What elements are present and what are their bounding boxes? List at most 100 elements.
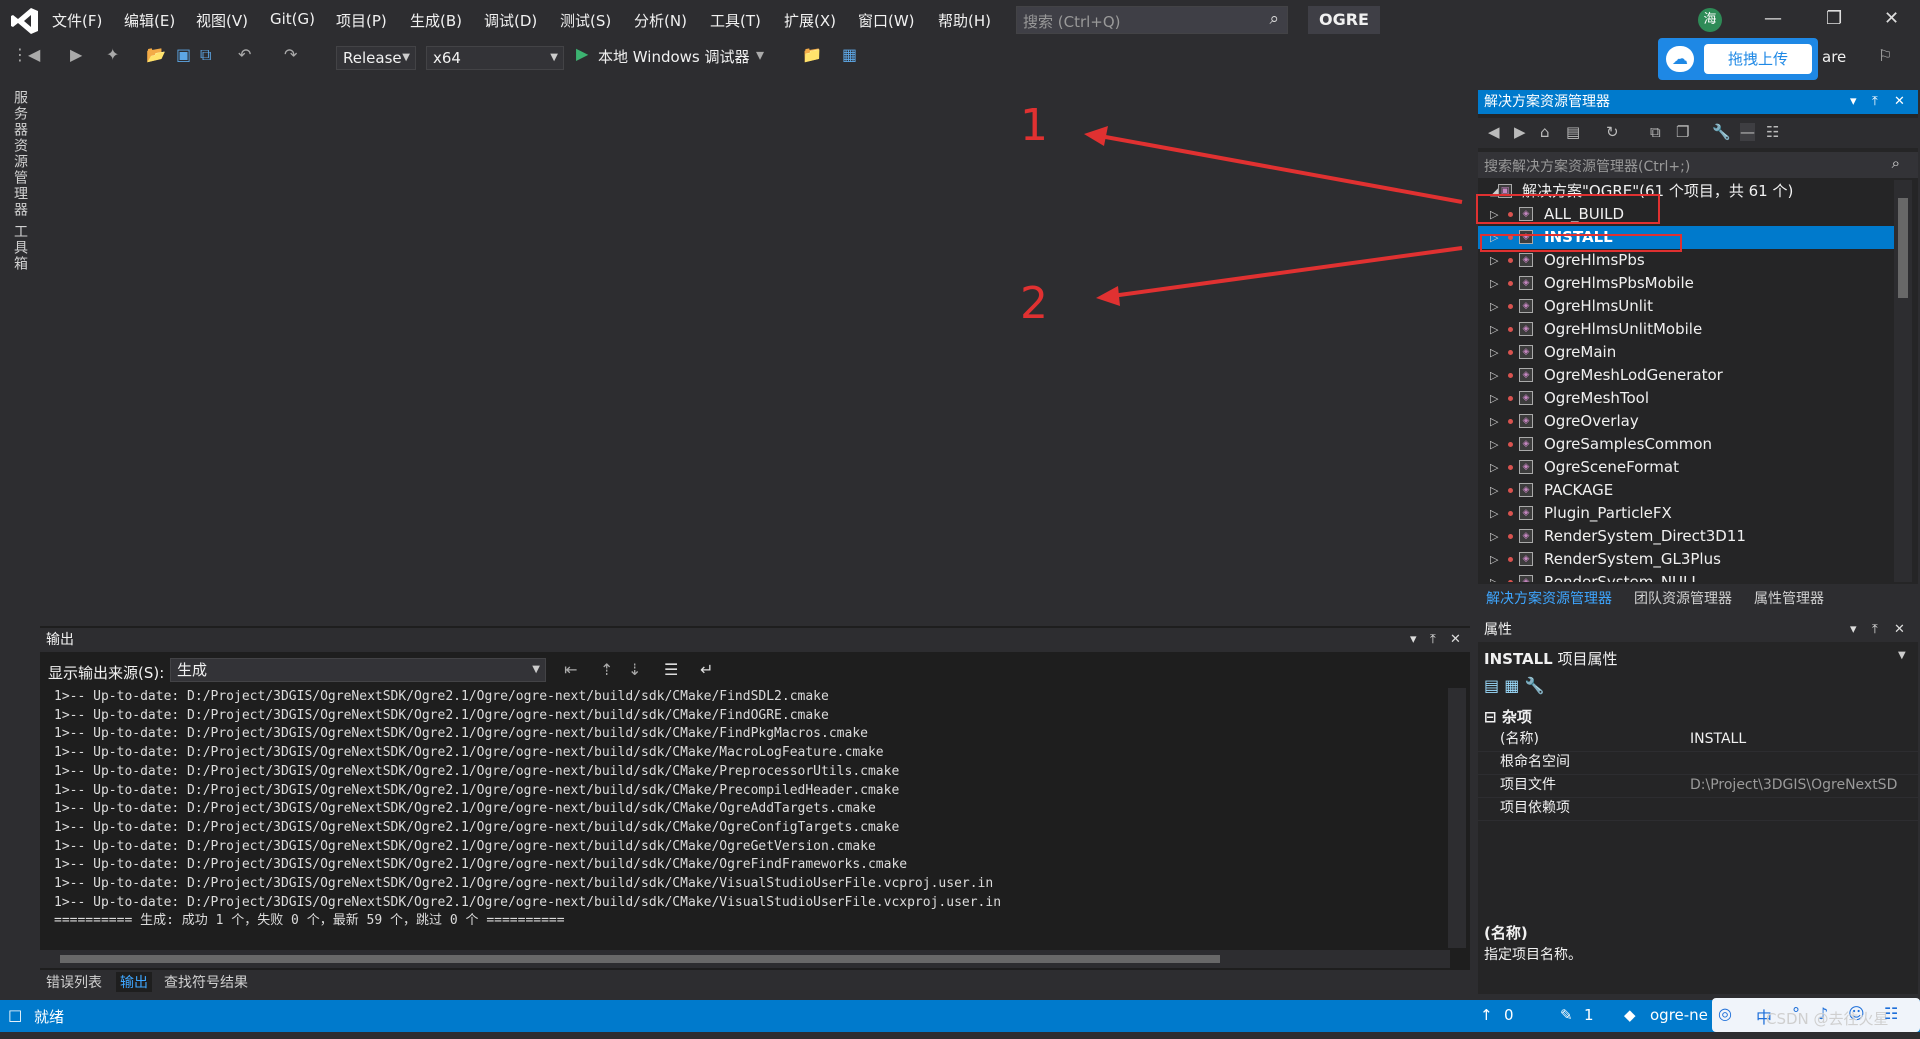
tab-solution-explorer[interactable]: 解决方案资源管理器 bbox=[1486, 588, 1612, 608]
output-source-select[interactable]: 生成 ▼ bbox=[170, 658, 546, 682]
minimize-icon[interactable]: — bbox=[1764, 8, 1782, 29]
tree-item-project[interactable]: ▷ ◈ OgreHlmsUnlit bbox=[1478, 295, 1894, 318]
property-row[interactable]: (名称) INSTALL bbox=[1478, 728, 1918, 752]
collapsed-triangle-icon[interactable]: ▷ bbox=[1490, 272, 1498, 295]
visual-studio-logo-icon[interactable] bbox=[10, 6, 40, 36]
menu-item-9[interactable]: 工具(T) bbox=[710, 10, 761, 31]
menu-item-10[interactable]: 扩展(X) bbox=[784, 10, 836, 31]
open-file-icon[interactable]: 📂 bbox=[146, 45, 166, 64]
chevron-down-icon[interactable]: ▼ bbox=[1898, 650, 1906, 661]
properties-object-selector[interactable]: INSTALL 项目属性 bbox=[1484, 648, 1618, 669]
new-project-icon[interactable]: ✦ bbox=[106, 45, 119, 64]
collapsed-triangle-icon[interactable]: ▷ bbox=[1490, 318, 1498, 341]
collapsed-triangle-icon[interactable]: ▷ bbox=[1490, 479, 1498, 502]
menu-item-1[interactable]: 编辑(E) bbox=[124, 10, 175, 31]
solution-tree-scroll-thumb[interactable] bbox=[1898, 198, 1908, 298]
pin-icon[interactable]: ⤒ bbox=[1872, 618, 1878, 642]
tree-item-project[interactable]: ▷ ◈ RenderSystem_GL3Plus bbox=[1478, 548, 1894, 571]
output-horizontal-scroll-thumb[interactable] bbox=[60, 955, 1220, 963]
global-search-input[interactable]: 搜索 (Ctrl+Q) ⌕ bbox=[1016, 6, 1288, 34]
output-vertical-scrollbar[interactable] bbox=[1448, 688, 1466, 948]
collapsed-triangle-icon[interactable]: ▷ bbox=[1490, 433, 1498, 456]
chevron-down-icon[interactable]: ▾ bbox=[1850, 90, 1857, 114]
collapse-all-icon[interactable]: ⧉ bbox=[1650, 123, 1661, 141]
show-all-files-icon[interactable]: ❐ bbox=[1676, 123, 1689, 141]
pending-changes-count[interactable]: 1 bbox=[1584, 1006, 1594, 1024]
feedback-icon[interactable]: ⚐ bbox=[1878, 46, 1892, 65]
menu-item-0[interactable]: 文件(F) bbox=[52, 10, 102, 31]
property-value[interactable]: INSTALL bbox=[1690, 728, 1918, 751]
word-wrap-icon[interactable]: ↵ bbox=[700, 660, 713, 679]
menu-item-6[interactable]: 调试(D) bbox=[484, 10, 537, 31]
tree-item-project[interactable]: ▷ ◈ OgreMeshLodGenerator bbox=[1478, 364, 1894, 387]
collapsed-triangle-icon[interactable]: ▷ bbox=[1490, 571, 1498, 582]
save-all-icon[interactable]: ⧉ bbox=[200, 45, 211, 65]
tab-find-symbol-results[interactable]: 查找符号结果 bbox=[160, 972, 252, 992]
close-icon[interactable]: ✕ bbox=[1450, 628, 1461, 652]
configuration-select[interactable]: Release ▼ bbox=[336, 46, 416, 70]
collapsed-triangle-icon[interactable]: ▷ bbox=[1490, 502, 1498, 525]
drag-upload-button[interactable]: ☁ 拖拽上传 bbox=[1658, 38, 1818, 80]
repository-name[interactable]: ogre-ne bbox=[1650, 1006, 1708, 1024]
properties-wrench-icon[interactable]: 🔧 bbox=[1712, 123, 1731, 141]
collapsed-triangle-icon[interactable]: ▷ bbox=[1490, 456, 1498, 479]
tree-item-project[interactable]: ▷ ◈ OgreOverlay bbox=[1478, 410, 1894, 433]
redo-icon[interactable]: ↷ bbox=[284, 45, 297, 64]
alphabetical-icon[interactable]: ▦ bbox=[1504, 676, 1519, 695]
save-icon[interactable]: ▣ bbox=[176, 45, 191, 64]
tree-item-project[interactable]: ▷ ◈ OgreHlmsUnlitMobile bbox=[1478, 318, 1894, 341]
categorized-icon[interactable]: ▤ bbox=[1484, 676, 1499, 695]
user-avatar[interactable]: 海 bbox=[1698, 8, 1722, 32]
menu-item-4[interactable]: 项目(P) bbox=[336, 10, 387, 31]
menu-item-12[interactable]: 帮助(H) bbox=[938, 10, 991, 31]
undo-icon[interactable]: ↶ bbox=[238, 45, 251, 64]
chevron-down-icon[interactable]: ▾ bbox=[1850, 618, 1857, 642]
tree-item-project[interactable]: ▷ ◈ OgreHlmsPbs bbox=[1478, 249, 1894, 272]
tree-item-project[interactable]: ▷ ◈ RenderSystem_Direct3D11 bbox=[1478, 525, 1894, 548]
collapsed-triangle-icon[interactable]: ▷ bbox=[1490, 295, 1498, 318]
git-repo-icon[interactable]: ◆ bbox=[1624, 1006, 1636, 1024]
close-icon[interactable]: ✕ bbox=[1894, 90, 1905, 114]
collapsed-triangle-icon[interactable]: ▷ bbox=[1490, 548, 1498, 571]
preview-selected-icon[interactable]: — bbox=[1740, 123, 1755, 141]
navigate-forward-icon[interactable]: ▶ bbox=[70, 45, 82, 64]
start-debugging-icon[interactable]: ▶ bbox=[576, 44, 588, 63]
menu-item-3[interactable]: Git(G) bbox=[270, 10, 315, 28]
collapsed-triangle-icon[interactable]: ▷ bbox=[1490, 410, 1498, 433]
unpushed-count[interactable]: 0 bbox=[1504, 1006, 1514, 1024]
open-folder-icon[interactable]: 📁 bbox=[802, 45, 822, 64]
output-text[interactable]: 1>-- Up-to-date: D:/Project/3DGIS/OgreNe… bbox=[54, 688, 1434, 931]
live-share-button[interactable]: are bbox=[1822, 48, 1846, 66]
tree-item-project[interactable]: ▷ ◈ RenderSystem_NULL bbox=[1478, 571, 1894, 582]
tree-item-project[interactable]: ▷ ◈ Plugin_ParticleFX bbox=[1478, 502, 1894, 525]
property-pages-wrench-icon[interactable]: 🔧 bbox=[1524, 676, 1544, 695]
find-message-icon[interactable]: ⇤ bbox=[564, 660, 577, 679]
property-row[interactable]: 项目依赖项 bbox=[1478, 797, 1918, 821]
server-explorer-tab[interactable]: 服务器资源管理器 bbox=[10, 90, 30, 218]
navigate-back-icon[interactable]: ◀ bbox=[28, 45, 40, 64]
properties-category[interactable]: ⊟ 杂项 bbox=[1484, 706, 1532, 727]
run-dropdown-chevron-icon[interactable]: ▾ bbox=[756, 45, 764, 64]
menu-item-8[interactable]: 分析(N) bbox=[634, 10, 687, 31]
home-icon[interactable]: ⌂ bbox=[1540, 123, 1550, 141]
restore-icon[interactable]: ❐ bbox=[1826, 8, 1842, 29]
push-arrow-icon[interactable]: ↑ bbox=[1480, 1006, 1493, 1024]
collapsed-triangle-icon[interactable]: ▷ bbox=[1490, 341, 1498, 364]
collapse-icon[interactable]: ⊟ bbox=[1484, 708, 1497, 726]
property-row[interactable]: 项目文件 D:\Project\3DGIS\OgreNextSD bbox=[1478, 774, 1918, 798]
collapsed-triangle-icon[interactable]: ▷ bbox=[1490, 364, 1498, 387]
menu-item-7[interactable]: 测试(S) bbox=[560, 10, 611, 31]
tree-item-project[interactable]: ▷ ◈ OgreSceneFormat bbox=[1478, 456, 1894, 479]
previous-message-icon[interactable]: ⇡ bbox=[600, 660, 613, 679]
solution-explorer-search-input[interactable]: 搜索解决方案资源管理器(Ctrl+;) ⌕ bbox=[1478, 152, 1918, 178]
tree-item-project[interactable]: ▷ ◈ PACKAGE bbox=[1478, 479, 1894, 502]
property-value[interactable]: D:\Project\3DGIS\OgreNextSD bbox=[1690, 774, 1918, 797]
chevron-down-icon[interactable]: ▾ bbox=[1410, 628, 1417, 652]
tree-item-project[interactable]: ▷ ◈ OgreSamplesCommon bbox=[1478, 433, 1894, 456]
tree-item-project[interactable]: ▷ ◈ OgreHlmsPbsMobile bbox=[1478, 272, 1894, 295]
close-icon[interactable]: ✕ bbox=[1894, 618, 1905, 642]
platform-select[interactable]: x64 ▼ bbox=[426, 46, 564, 70]
tree-item-project[interactable]: ▷ ◈ OgreMeshTool bbox=[1478, 387, 1894, 410]
forward-icon[interactable]: ▶ bbox=[1514, 123, 1526, 141]
class-view-icon[interactable]: ☷ bbox=[1766, 123, 1779, 141]
